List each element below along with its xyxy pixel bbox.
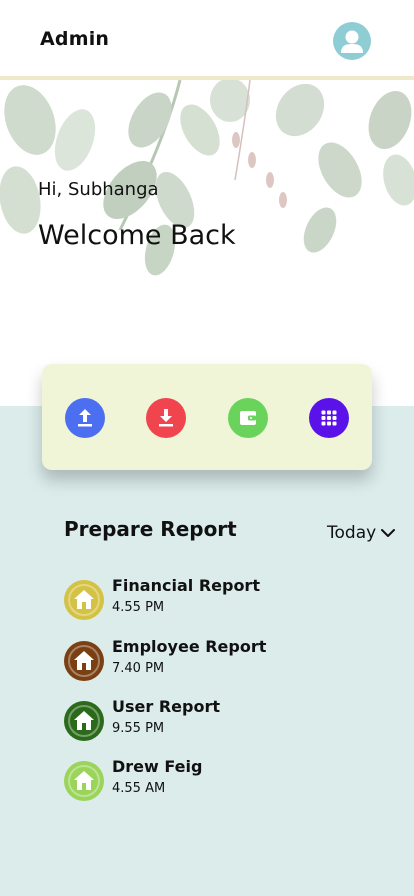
report-item[interactable]: User Report 9.55 PM: [64, 697, 364, 745]
download-icon: [146, 398, 186, 438]
report-item[interactable]: Drew Feig 4.55 AM: [64, 757, 364, 805]
report-name: Drew Feig: [112, 757, 203, 776]
report-badge: [64, 580, 104, 620]
quick-actions-card: [42, 364, 372, 470]
wallet-button[interactable]: [228, 398, 268, 438]
upload-button[interactable]: [65, 398, 105, 438]
section-title: Prepare Report: [64, 517, 237, 541]
home-icon: [64, 701, 104, 741]
report-name: Employee Report: [112, 637, 267, 656]
greeting-text: Hi, Subhanga: [38, 179, 159, 200]
welcome-heading: Welcome Back: [38, 220, 236, 251]
home-icon: [64, 580, 104, 620]
wallet-icon: [228, 398, 268, 438]
report-badge: [64, 641, 104, 681]
period-selector[interactable]: Today: [327, 523, 376, 543]
apps-grid-button[interactable]: [309, 398, 349, 438]
home-icon: [64, 761, 104, 801]
report-name: Financial Report: [112, 576, 260, 595]
avatar[interactable]: [333, 22, 371, 60]
report-badge: [64, 761, 104, 801]
report-time: 4.55 AM: [112, 781, 166, 796]
user-icon: [341, 30, 363, 53]
home-icon: [64, 641, 104, 681]
grid-icon: [309, 398, 349, 438]
report-item[interactable]: Employee Report 7.40 PM: [64, 637, 364, 685]
report-item[interactable]: Financial Report 4.55 PM: [64, 576, 364, 624]
page-title: Admin: [40, 28, 110, 50]
top-bar: Admin: [0, 0, 414, 80]
report-time: 7.40 PM: [112, 661, 165, 676]
chevron-down-icon[interactable]: [380, 527, 396, 539]
upload-icon: [65, 398, 105, 438]
report-time: 4.55 PM: [112, 600, 165, 615]
download-button[interactable]: [146, 398, 186, 438]
report-time: 9.55 PM: [112, 721, 165, 736]
report-name: User Report: [112, 697, 220, 716]
report-badge: [64, 701, 104, 741]
